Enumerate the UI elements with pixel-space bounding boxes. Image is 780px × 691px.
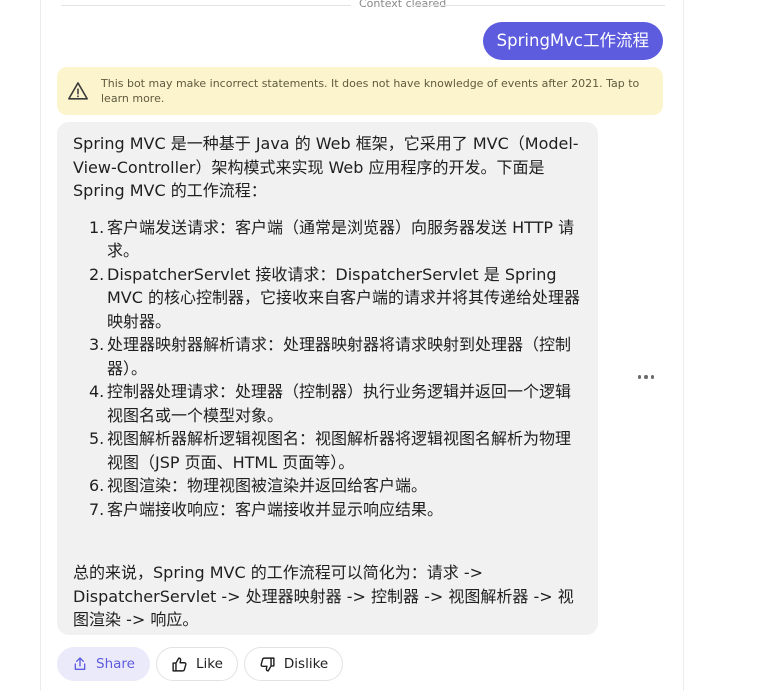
bot-message-bubble: Spring MVC 是一种基于 Java 的 Web 框架，它采用了 MVC（… <box>57 122 598 635</box>
user-message-bubble: SpringMvc工作流程 <box>482 22 663 60</box>
message-actions: Share Like Dislike <box>57 647 344 681</box>
list-item: 6. 视图渲染：物理视图被渲染并返回给客户端。 <box>89 476 428 495</box>
divider-left <box>61 5 351 6</box>
warning-text: This bot may make incorrect statements. … <box>101 77 640 105</box>
bot-summary-text: 总的来说，Spring MVC 的工作流程可以简化为：请求 -> Dispatc… <box>73 563 574 629</box>
share-label: Share <box>96 656 135 672</box>
thumbs-up-icon <box>172 656 187 672</box>
like-button[interactable]: Like <box>155 647 238 681</box>
warning-triangle-icon <box>68 82 88 100</box>
share-button[interactable]: Share <box>57 647 150 681</box>
more-options-icon[interactable] <box>635 366 657 388</box>
chat-panel: Context cleared SpringMvc工作流程 This bot m… <box>40 0 684 691</box>
like-label: Like <box>195 656 223 672</box>
list-item: 1. 客户端发送请求：客户端（通常是浏览器）向服务器发送 HTTP 请求。 <box>89 217 575 261</box>
list-item: 7. 客户端接收响应：客户端接收并显示响应结果。 <box>89 499 444 519</box>
list-item: 5. 视图解析器解析逻辑视图名：视图解析器将逻辑视图名解析为物理视图（JSP 页面… <box>89 429 572 472</box>
list-item: 3. 处理器映射器解析请求：处理器映射器将请求映射到处理器（控制器）。 <box>89 335 572 378</box>
divider-right <box>411 5 665 6</box>
list-item: 2. DispatcherServlet 接收请求：DispatcherServl… <box>89 264 581 331</box>
dislike-label: Dislike <box>283 656 329 672</box>
bot-intro-text: Spring MVC 是一种基于 Java 的 Web 框架，它采用了 MVC（… <box>73 134 579 200</box>
right-margin <box>684 0 780 691</box>
warning-banner[interactable]: This bot may make incorrect statements. … <box>57 67 663 115</box>
list-item: 4. 控制器处理请求：处理器（控制器）执行业务逻辑并返回一个逻辑视图名或一个模型对… <box>89 382 572 425</box>
share-icon <box>74 657 86 670</box>
dislike-button[interactable]: Dislike <box>243 647 344 681</box>
thumbs-down-icon <box>260 656 275 672</box>
workflow-steps-list: 1. 客户端发送请求：客户端（通常是浏览器）向服务器发送 HTTP 请求。 2. D… <box>73 216 582 522</box>
